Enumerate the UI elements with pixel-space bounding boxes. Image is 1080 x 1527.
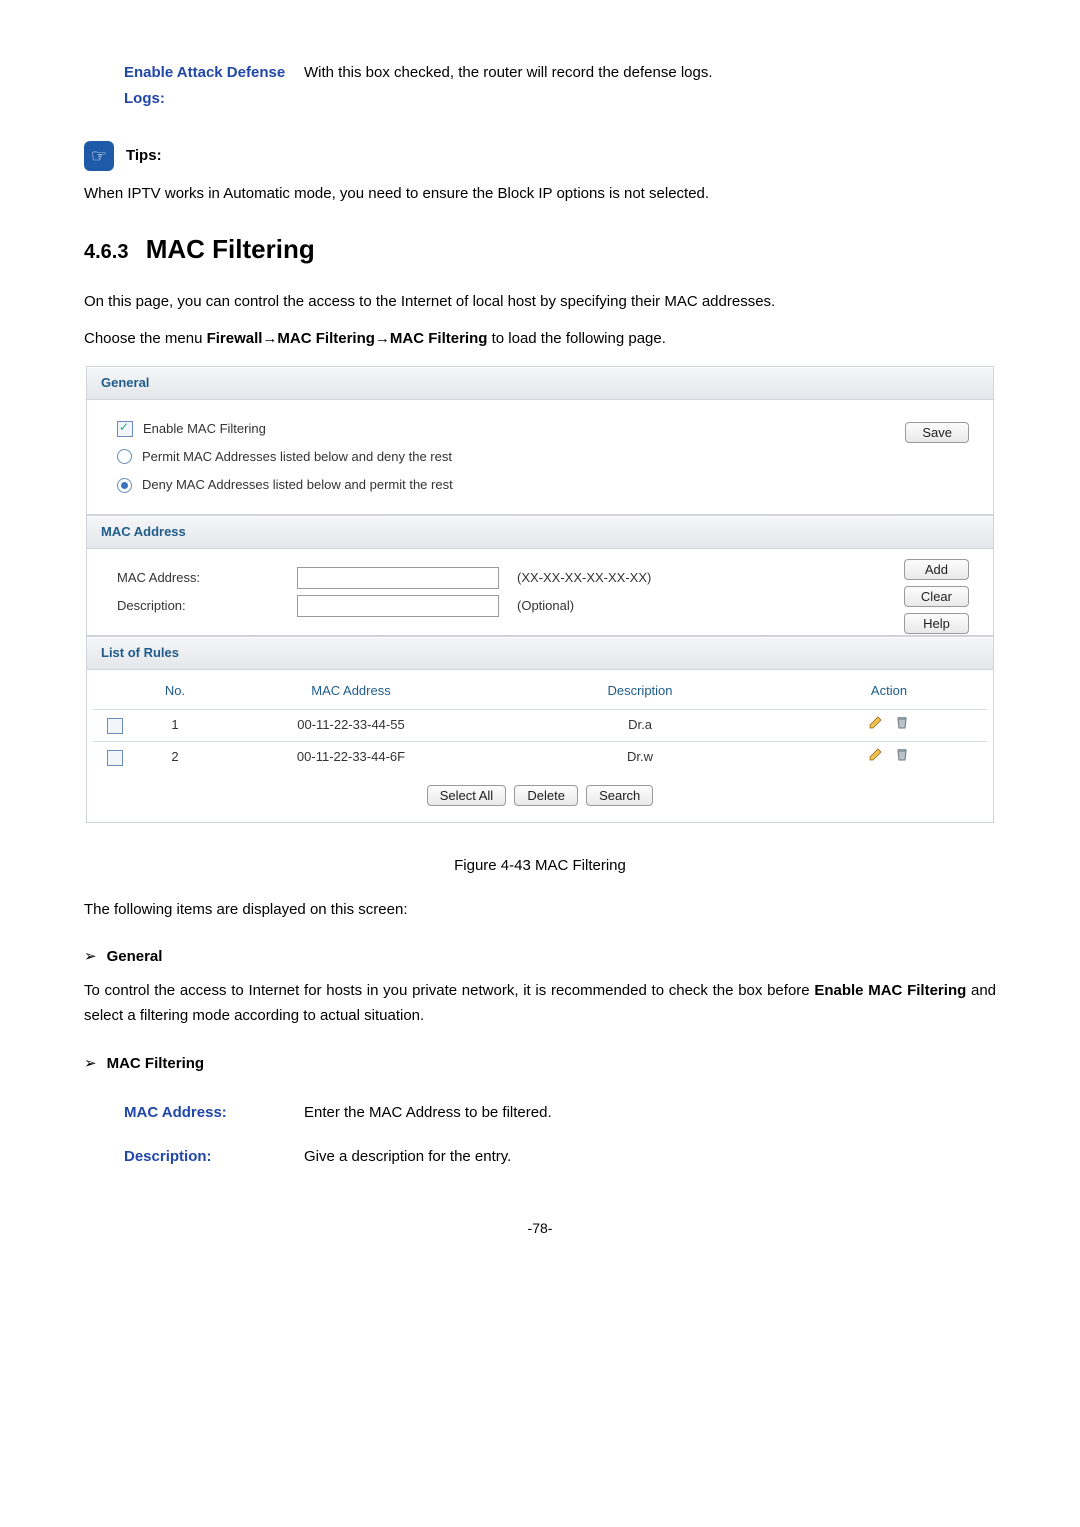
description-input[interactable] [297,595,499,617]
field-text: Give a description for the entry. [304,1144,996,1170]
delete-button[interactable]: Delete [514,785,578,806]
enable-label: Enable MAC Filtering [143,418,266,440]
macfilter-subhead-label: MAC Filtering [107,1051,205,1077]
cell-mac: 00-11-22-33-44-55 [213,709,489,741]
cell-mac: 00-11-22-33-44-6F [213,741,489,773]
general-subhead: ➢ General [84,944,996,970]
heading-number: 4.6.3 [84,241,128,263]
definition-text: With this box checked, the router will r… [304,60,996,111]
cell-no: 2 [137,741,213,773]
table-row: 2 00-11-22-33-44-6F Dr.w [93,741,987,773]
col-action: Action [791,674,987,709]
general-text-pre: To control the access to Internet for ho… [84,982,814,999]
page-number: -78- [84,1217,996,1241]
edit-icon[interactable] [868,714,884,730]
figure-screenshot: General Enable MAC Filtering Permit MAC … [84,364,996,826]
general-subhead-label: General [107,944,163,970]
add-button[interactable]: Add [904,559,969,580]
definition-row: Enable Attack Defense Logs: With this bo… [84,60,996,111]
col-mac: MAC Address [213,674,489,709]
choose-pre: Choose the menu [84,330,207,347]
general-panel: Enable MAC Filtering Permit MAC Addresse… [86,400,994,515]
field-text: Enter the MAC Address to be filtered. [304,1100,996,1126]
delete-icon[interactable] [894,714,910,730]
rules-button-row: Select All Delete Search [93,783,987,809]
permit-radio[interactable] [117,449,132,464]
field-term: Description: [84,1144,304,1170]
macfilter-subhead: ➢ MAC Filtering [84,1051,996,1077]
rules-table: No. MAC Address Description Action 1 00-… [93,674,987,772]
row-checkbox[interactable] [107,718,123,734]
save-button[interactable]: Save [905,422,969,443]
rules-header-row: No. MAC Address Description Action [93,674,987,709]
heading-title: MAC Filtering [146,234,315,264]
deny-row: Deny MAC Addresses listed below and perm… [117,474,963,496]
general-paragraph: To control the access to Internet for ho… [84,978,996,1029]
field-term: MAC Address: [84,1100,304,1126]
permit-label: Permit MAC Addresses listed below and de… [142,446,452,468]
mac-address-input[interactable] [297,567,499,589]
description-label: Description: [117,595,287,617]
general-text-bold: Enable MAC Filtering [814,982,966,999]
rules-panel: No. MAC Address Description Action 1 00-… [86,670,994,823]
items-line: The following items are displayed on thi… [84,897,996,923]
tips-label: Tips: [126,143,162,169]
enable-checkbox[interactable] [117,421,133,437]
tips-text: When IPTV works in Automatic mode, you n… [84,181,996,207]
description-hint: (Optional) [517,595,574,617]
cell-desc: Dr.w [489,741,791,773]
enable-row: Enable MAC Filtering [117,418,963,440]
arrow-icon: ➢ [84,944,97,970]
tips-icon: ☞ [84,141,114,171]
deny-radio[interactable] [117,478,132,493]
search-button[interactable]: Search [586,785,653,806]
figure-caption: Figure 4-43 MAC Filtering [84,853,996,879]
section-heading: 4.6.3 MAC Filtering [84,227,996,271]
arrow-icon: ➢ [84,1051,97,1077]
permit-row: Permit MAC Addresses listed below and de… [117,446,963,468]
choose-menu-line: Choose the menu Firewall→MAC Filtering→M… [84,326,996,352]
mac-address-label: MAC Address: [117,567,287,589]
row-checkbox[interactable] [107,750,123,766]
table-row: 1 00-11-22-33-44-55 Dr.a [93,709,987,741]
edit-icon[interactable] [868,746,884,762]
delete-icon[interactable] [894,746,910,762]
help-button[interactable]: Help [904,613,969,634]
field-def-mac: MAC Address: Enter the MAC Address to be… [84,1100,996,1126]
choose-post: to load the following page. [487,330,665,347]
choose-bold: Firewall→MAC Filtering→MAC Filtering [207,330,488,347]
mac-panel: MAC Address: (XX-XX-XX-XX-XX-XX) Descrip… [86,549,994,636]
cell-no: 1 [137,709,213,741]
select-all-button[interactable]: Select All [427,785,506,806]
intro-paragraph: On this page, you can control the access… [84,289,996,315]
definition-term: Enable Attack Defense Logs: [84,60,304,111]
rules-section-bar: List of Rules [86,636,994,670]
col-no: No. [137,674,213,709]
col-desc: Description [489,674,791,709]
mac-address-hint: (XX-XX-XX-XX-XX-XX) [517,567,651,589]
tips-header: ☞ Tips: [84,141,996,171]
field-def-desc: Description: Give a description for the … [84,1144,996,1170]
mac-section-bar: MAC Address [86,515,994,549]
clear-button[interactable]: Clear [904,586,969,607]
deny-label: Deny MAC Addresses listed below and perm… [142,474,453,496]
general-section-bar: General [86,366,994,400]
cell-desc: Dr.a [489,709,791,741]
